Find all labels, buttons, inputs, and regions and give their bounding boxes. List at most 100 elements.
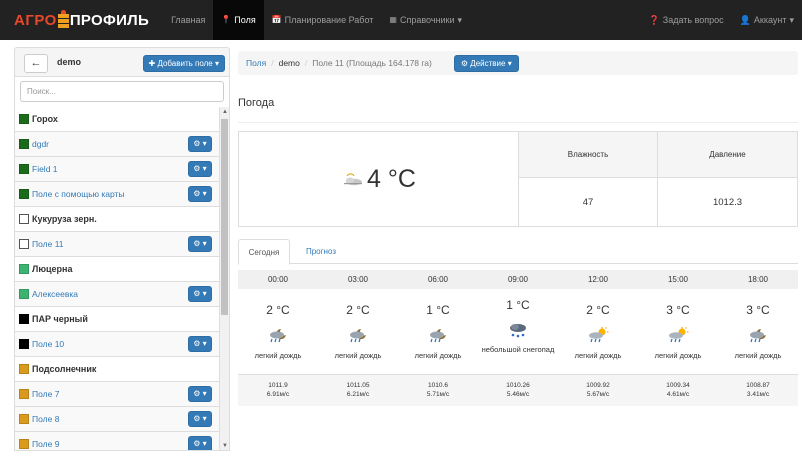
nav-item-0[interactable]: Главная	[163, 0, 213, 40]
forecast-wind: 4.61м/с	[666, 391, 690, 398]
tab-today[interactable]: Сегодня	[238, 239, 290, 265]
forecast-details: 1010.6 5.71м/с	[398, 375, 478, 406]
field-settings-button[interactable]: ⚙ ▾	[188, 411, 212, 427]
nav-item-2[interactable]: 📅 Планирование Работ	[264, 0, 382, 40]
brand-text-agro: АГРО	[14, 11, 57, 29]
field-settings-button[interactable]: ⚙ ▾	[188, 336, 212, 352]
scroll-down-icon[interactable]: ▼	[222, 443, 228, 449]
forecast-details: 1011.9 6.91м/с	[238, 375, 318, 406]
crop-group-header: Люцерна	[15, 257, 219, 282]
forecast-details: 1008.87 3.41м/с	[718, 375, 798, 406]
snow-icon	[510, 324, 526, 338]
caret-down-icon: ▾	[200, 239, 207, 248]
breadcrumb-middle[interactable]: demo	[279, 58, 300, 68]
field-list-item[interactable]: Поле 8 ⚙ ▾	[15, 407, 219, 432]
search-input[interactable]	[20, 81, 224, 102]
field-link[interactable]: dgdr	[32, 139, 49, 149]
forecast-description: легкий дождь	[654, 351, 702, 360]
current-temp-block: 4 °C	[239, 132, 518, 226]
calendar-icon: 📅	[271, 15, 282, 24]
brand-logo[interactable]: АГРО ПРОФИЛЬ	[14, 0, 149, 40]
forecast-details: 1010.26 5.46м/с	[478, 375, 558, 406]
field-settings-button[interactable]: ⚙ ▾	[188, 286, 212, 302]
crop-group-header: Кукуруза зерн.	[15, 207, 219, 232]
field-settings-button[interactable]: ⚙ ▾	[188, 186, 212, 202]
crop-color-swatch	[19, 114, 29, 124]
caret-down-icon: ▾	[789, 14, 794, 25]
forecast-column: 2 °C легкий дождь	[238, 289, 318, 374]
forecast-table: 00:00 03:00 06:00 09:00 12:00 15:00 18:00 2 °C…	[238, 270, 798, 406]
caret-down-icon: ▾	[507, 58, 512, 68]
nav-item-3[interactable]: ▦ Справочники ▾	[381, 0, 470, 40]
field-color-swatch	[19, 239, 29, 249]
nav-item-1[interactable]: 📍 Поля	[213, 0, 264, 40]
help-link[interactable]: ❓ Задать вопрос	[641, 0, 732, 40]
field-list-item[interactable]: Поле с помощью карты ⚙ ▾	[15, 182, 219, 207]
crop-group-name: Подсолнечник	[32, 364, 97, 374]
field-settings-button[interactable]: ⚙ ▾	[188, 236, 212, 252]
forecast-temp: 1 °C	[426, 303, 450, 317]
crop-color-swatch	[19, 214, 29, 224]
action-button[interactable]: ⚙ Действие ▾	[453, 54, 519, 72]
field-list-item[interactable]: Поле 9 ⚙ ▾	[15, 432, 219, 450]
forecast-temp: 2 °C	[586, 303, 610, 317]
forecast-description: легкий дождь	[414, 351, 462, 360]
crop-group-header: Горох	[15, 107, 219, 132]
scrollbar[interactable]: ▲ ▼	[219, 107, 229, 450]
forecast-column: 1 °C небольшой снегопад	[478, 289, 558, 374]
nav-item-label: Поля	[234, 15, 256, 25]
forecast-pressure: 1010.26	[506, 382, 530, 389]
forecast-pressure: 1010.6	[428, 382, 448, 389]
field-list-item[interactable]: Field 1 ⚙ ▾	[15, 157, 219, 182]
back-button[interactable]: ←	[24, 54, 48, 73]
field-link[interactable]: Поле 8	[32, 414, 59, 424]
breadcrumb-root[interactable]: Поля	[246, 58, 266, 68]
field-list: Горох dgdr ⚙ ▾ Field 1 ⚙ ▾ Поле с помощью кар…	[14, 107, 230, 451]
field-link[interactable]: Field 1	[32, 164, 58, 174]
field-list-item[interactable]: Поле 10 ⚙ ▾	[15, 332, 219, 357]
user-icon: 👤	[739, 14, 751, 25]
forecast-time: 12:00	[587, 275, 609, 284]
forecast-wind: 3.41м/с	[746, 391, 770, 398]
field-settings-button[interactable]: ⚙ ▾	[188, 436, 212, 450]
scroll-up-icon[interactable]: ▲	[222, 109, 228, 115]
field-link[interactable]: Поле с помощью карты	[32, 189, 125, 199]
caret-down-icon: ▾	[457, 14, 463, 25]
field-list-item[interactable]: Алексеевка ⚙ ▾	[15, 282, 219, 307]
account-menu[interactable]: 👤 Аккаунт ▾	[732, 0, 802, 40]
field-list-item[interactable]: Поле 7 ⚙ ▾	[15, 382, 219, 407]
forecast-wind: 5.71м/с	[426, 391, 450, 398]
scroll-thumb[interactable]	[221, 119, 228, 315]
field-link[interactable]: Поле 10	[32, 339, 64, 349]
forecast-time: 18:00	[747, 275, 769, 284]
forecast-wind: 5.67м/с	[586, 391, 610, 398]
forecast-wind: 5.46м/с	[506, 391, 530, 398]
field-list-item[interactable]: Поле 11 ⚙ ▾	[15, 232, 219, 257]
field-link[interactable]: Поле 7	[32, 389, 59, 399]
forecast-temp: 3 °C	[746, 303, 770, 317]
forecast-temp: 2 °C	[346, 303, 370, 317]
field-list-item[interactable]: dgdr ⚙ ▾	[15, 132, 219, 157]
gear-icon: ⚙	[460, 58, 469, 68]
forecast-description: легкий дождь	[734, 351, 782, 360]
field-link[interactable]: Поле 11	[32, 239, 64, 249]
add-field-button[interactable]: ✚ Добавить поле ▾	[142, 55, 225, 72]
nav-item-label: Планирование Работ	[284, 15, 374, 25]
field-link[interactable]: Поле 9	[32, 439, 59, 449]
forecast-times-row: 00:00 03:00 06:00 09:00 12:00 15:00 18:00	[238, 270, 798, 289]
caret-down-icon: ▾	[200, 339, 207, 348]
help-label: Задать вопрос	[662, 15, 724, 25]
field-settings-button[interactable]: ⚙ ▾	[188, 386, 212, 402]
current-temperature: 4 °C	[367, 164, 416, 193]
field-color-swatch	[19, 189, 29, 199]
tab-forecast[interactable]: Прогноз	[296, 239, 346, 264]
crop-color-swatch	[19, 364, 29, 374]
field-link[interactable]: Алексеевка	[32, 289, 78, 299]
caret-down-icon: ▾	[214, 59, 219, 68]
account-label: Аккаунт	[753, 15, 787, 25]
field-settings-button[interactable]: ⚙ ▾	[188, 136, 212, 152]
forecast-details: 1011.05 6.21м/с	[318, 375, 398, 406]
field-settings-button[interactable]: ⚙ ▾	[188, 161, 212, 177]
crop-group-name: ПАР черный	[32, 314, 88, 324]
forecast-column: 1 °C легкий дождь	[398, 289, 478, 374]
